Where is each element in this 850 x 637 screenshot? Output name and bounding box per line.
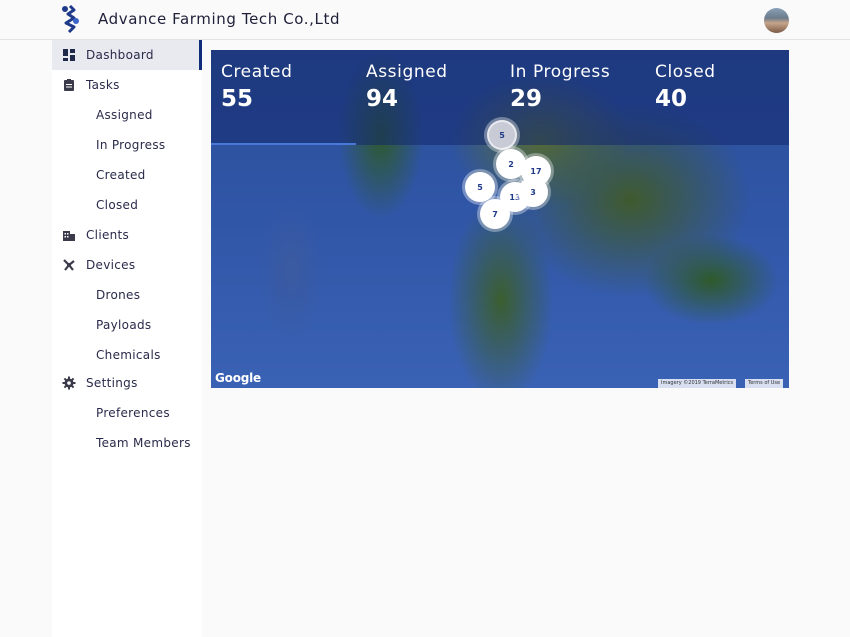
stat-value: 94 — [366, 86, 399, 112]
sidebar-item-label: Settings — [86, 376, 138, 390]
sidebar-item-assigned[interactable]: Assigned — [52, 100, 202, 130]
dashboard-icon — [63, 49, 75, 61]
stat-label: In Progress — [510, 62, 611, 82]
stat-in-progress[interactable]: In Progress 29 — [500, 50, 645, 145]
sidebar-item-preferences[interactable]: Preferences — [52, 398, 202, 428]
sidebar-item-tasks[interactable]: Tasks — [52, 70, 202, 100]
sidebar-item-drones[interactable]: Drones — [52, 280, 202, 310]
sidebar-item-devices[interactable]: Devices — [52, 250, 202, 280]
sidebar-item-label: Assigned — [96, 108, 153, 122]
map-imagery-attribution: Imagery ©2019 TerraMetrics — [658, 379, 737, 388]
sidebar-item-team-members[interactable]: Team Members — [52, 428, 202, 458]
clipboard-icon — [64, 79, 74, 91]
stat-closed[interactable]: Closed 40 — [645, 50, 789, 145]
sidebar-item-label: Dashboard — [86, 48, 154, 62]
stat-label: Closed — [655, 62, 716, 82]
map-terms-link[interactable]: Terms of Use — [745, 379, 784, 388]
sidebar-item-closed[interactable]: Closed — [52, 190, 202, 220]
stat-value: 55 — [221, 86, 254, 112]
stat-label: Assigned — [366, 62, 448, 82]
sidebar-item-label: Team Members — [96, 436, 191, 450]
map-cluster-marker[interactable]: 5 — [465, 172, 495, 202]
sidebar-item-label: Preferences — [96, 406, 170, 420]
google-logo[interactable]: Google — [215, 371, 261, 385]
sidebar-item-label: Created — [96, 168, 146, 182]
sidebar-item-payloads[interactable]: Payloads — [52, 310, 202, 340]
sidebar-item-label: Drones — [96, 288, 141, 302]
sidebar-item-clients[interactable]: Clients — [52, 220, 202, 250]
sidebar-item-in-progress[interactable]: In Progress — [52, 130, 202, 160]
sidebar-item-chemicals[interactable]: Chemicals — [52, 340, 202, 370]
map-cluster-marker[interactable]: 5 — [487, 120, 517, 150]
stat-value: 29 — [510, 86, 543, 112]
top-bar: Advance Farming Tech Co.,Ltd — [0, 0, 850, 40]
sidebar-item-label: Payloads — [96, 318, 152, 332]
brand-title: Advance Farming Tech Co.,Ltd — [98, 10, 341, 28]
sidebar-item-dashboard[interactable]: Dashboard — [52, 40, 202, 70]
satellite-map[interactable]: Created 55 Assigned 94 In Progress 29 Cl… — [211, 50, 789, 388]
gear-icon — [62, 376, 76, 390]
sidebar-item-label: Tasks — [86, 78, 120, 92]
stat-assigned[interactable]: Assigned 94 — [356, 50, 501, 145]
sidebar-item-settings[interactable]: Settings — [52, 368, 202, 398]
company-logo[interactable] — [59, 5, 81, 33]
user-avatar[interactable] — [764, 8, 789, 33]
sidebar-item-label: In Progress — [96, 138, 166, 152]
stat-created[interactable]: Created 55 — [211, 50, 356, 145]
map-cluster-marker[interactable]: 3 — [518, 177, 548, 207]
sidebar-item-label: Chemicals — [96, 348, 161, 362]
drone-icon — [63, 259, 75, 271]
stat-active-underline — [211, 143, 356, 145]
sidebar-item-label: Devices — [86, 258, 136, 272]
sidebar: Dashboard Tasks Assigned In Progress Cre… — [52, 40, 202, 637]
stat-value: 40 — [655, 86, 688, 112]
sidebar-item-label: Clients — [86, 228, 130, 242]
building-icon — [63, 231, 75, 241]
sidebar-item-label: Closed — [96, 198, 139, 212]
map-cluster-marker[interactable]: 7 — [480, 199, 510, 229]
stat-label: Created — [221, 62, 293, 82]
sidebar-item-created[interactable]: Created — [52, 160, 202, 190]
